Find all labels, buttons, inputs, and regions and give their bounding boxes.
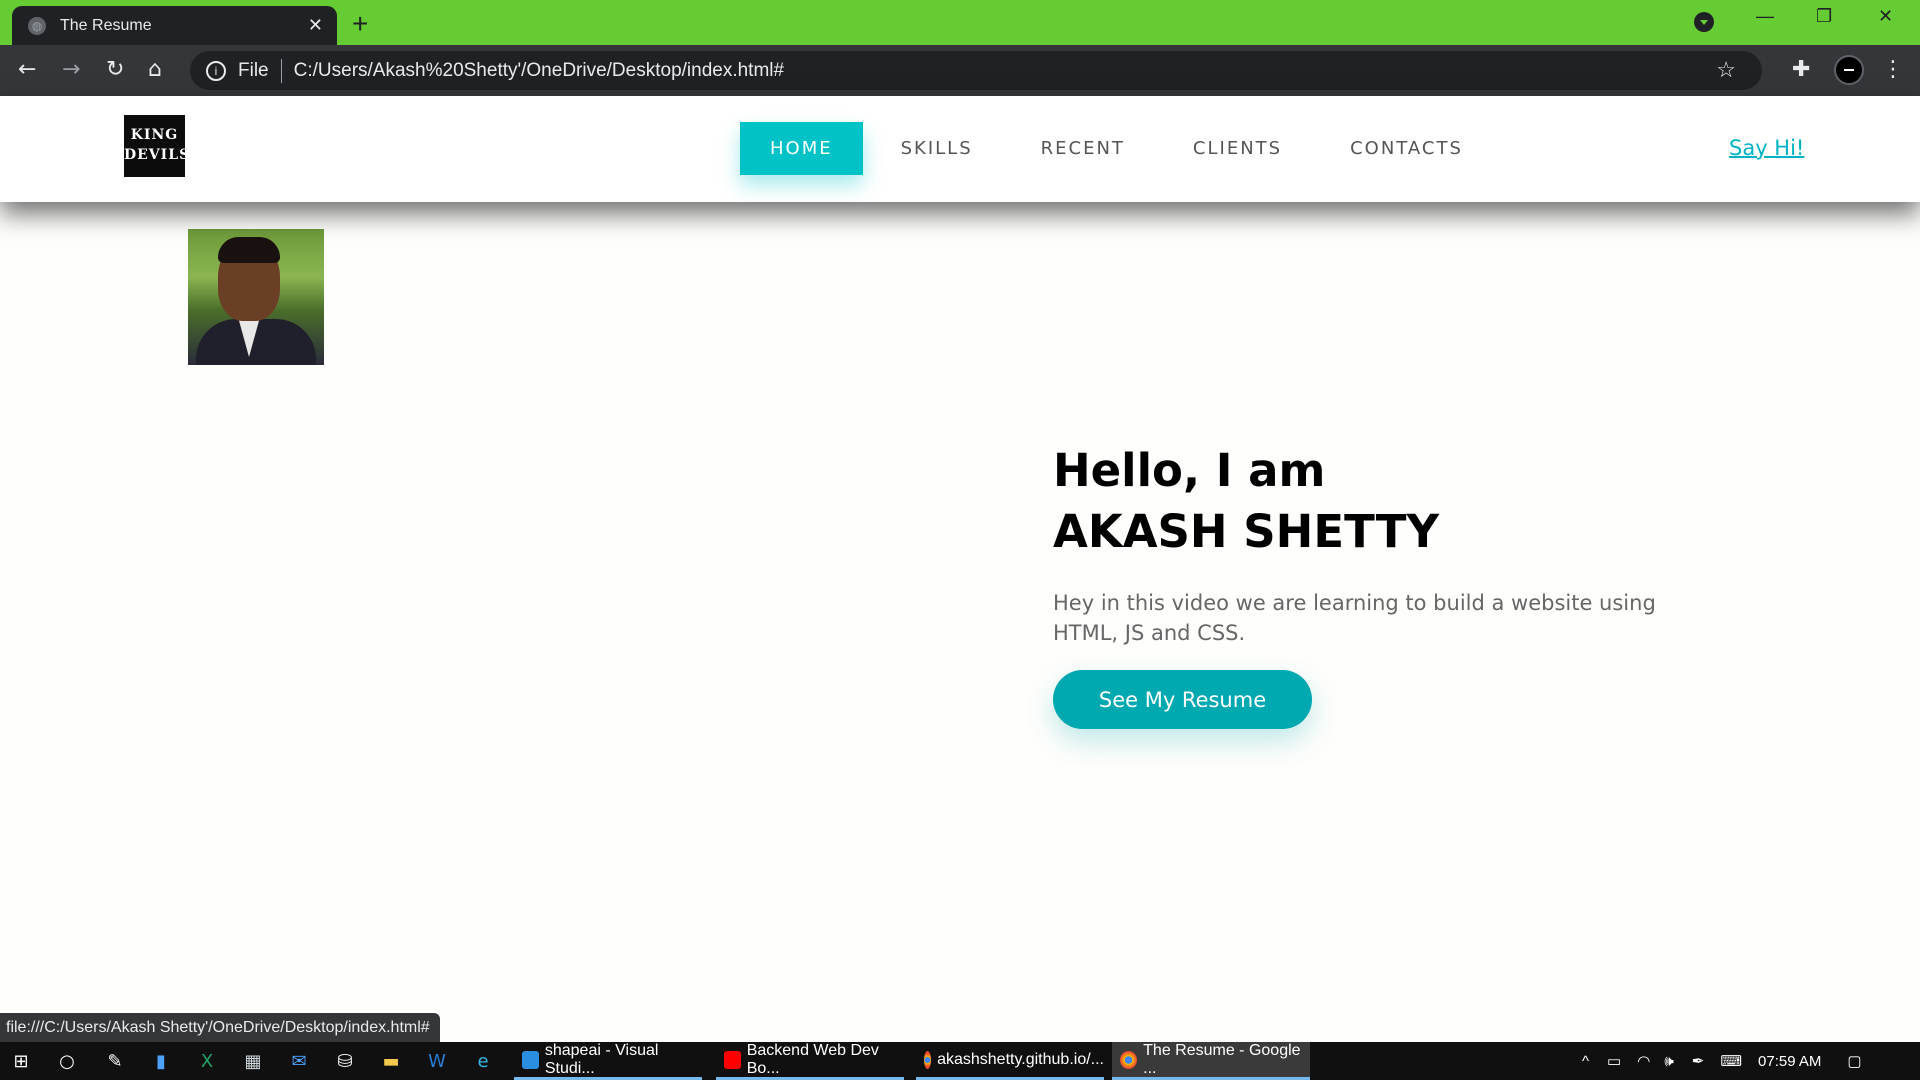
task-chrome-resume[interactable]: The Resume - Google ... [1112,1042,1310,1080]
reload-icon[interactable]: ↻ [106,57,124,82]
minimize-icon[interactable]: — [1756,6,1774,27]
hero-description: Hey in this video we are learning to bui… [1053,591,1656,645]
windows-taskbar: ⊞ ○ ✎ ▮ X ▦ ✉ ⛁ ▬ W e shapeai - Visual S… [0,1042,1920,1080]
clock-time[interactable]: 07:59 AM [1758,1053,1821,1070]
task-label: shapeai - Visual Studi... [544,1041,659,1077]
web-page: KING DEVILS HOME SKILLS RECENT CLIENTS C… [0,96,1920,1042]
task-vscode[interactable]: shapeai - Visual Studi... [514,1042,702,1080]
task-chrome-github[interactable]: akashshetty.github.io/... [916,1042,1104,1080]
logo-line2: DEVILS [124,147,191,163]
tab-title: The Resume [60,16,152,34]
photo-hair [218,237,280,263]
link-status-bubble: file:///C:/Users/Akash Shetty'/OneDrive/… [0,1013,440,1042]
store-icon[interactable]: ⛁ [334,1050,356,1072]
omnibox-divider [280,58,282,83]
info-icon[interactable]: i [206,60,226,81]
word-icon[interactable]: W [426,1050,448,1072]
browser-toolbar: ← → ↻ ⌂ i File C:/Users/Akash%20Shetty'/… [0,45,1920,96]
close-window-icon[interactable]: ✕ [1878,6,1893,27]
phone-icon[interactable]: ▮ [150,1050,172,1072]
profile-avatar[interactable] [1834,55,1864,85]
volume-icon[interactable]: 🕪 [1664,1053,1673,1070]
nav-clients[interactable]: CLIENTS [1163,122,1312,175]
forward-arrow-icon[interactable]: → [62,57,80,82]
windows-start-icon[interactable]: ⊞ [10,1050,32,1072]
youtube-icon [724,1050,741,1069]
nav-home[interactable]: HOME [740,122,863,175]
say-hi-link[interactable]: Say Hi! [1729,136,1804,160]
hero-name: AKASH SHETTY [1053,505,1440,558]
home-icon[interactable]: ⌂ [148,57,162,82]
site-logo[interactable]: KING DEVILS [124,115,191,177]
notifications-icon[interactable]: ▢ [1847,1052,1861,1070]
kebab-menu-icon[interactable]: ⋮ [1882,57,1904,82]
profile-photo [188,229,324,365]
edge-icon[interactable]: e [472,1050,494,1072]
logo-line1: KING [130,127,179,143]
site-nav: HOME SKILLS RECENT CLIENTS CONTACTS [740,122,1501,175]
pen-workspace-icon[interactable]: ✎ [104,1050,126,1072]
tab-search-icon[interactable] [1694,12,1714,32]
address-bar[interactable]: i File C:/Users/Akash%20Shetty'/OneDrive… [190,51,1762,90]
task-label: The Resume - Google ... [1143,1041,1301,1077]
task-youtube[interactable]: Backend Web Dev Bo... [716,1042,904,1080]
battery-icon[interactable]: ▭ [1607,1052,1621,1070]
excel-icon[interactable]: X [196,1050,218,1072]
chrome-icon [924,1050,932,1069]
chrome-icon [1120,1050,1138,1069]
task-label: Backend Web Dev Bo... [746,1041,879,1077]
globe-icon: ◍ [28,16,46,35]
file-explorer-icon[interactable]: ▬ [380,1050,402,1072]
hero-heading: Hello, I am AKASH SHETTY [1053,440,1439,562]
vscode-icon [522,1050,539,1069]
nav-recent[interactable]: RECENT [1011,122,1155,175]
keyboard-icon[interactable]: ⌨ [1720,1052,1742,1070]
cortana-circle-icon[interactable]: ○ [56,1050,78,1072]
pen-icon[interactable]: ✒ [1692,1052,1705,1070]
new-tab-button[interactable]: + [352,8,368,40]
site-navbar: KING DEVILS HOME SKILLS RECENT CLIENTS C… [0,96,1920,202]
mail-icon[interactable]: ✉ [288,1050,310,1072]
bookmark-star-icon[interactable]: ☆ [1716,57,1736,83]
browser-tab[interactable]: ◍ The Resume ✕ [12,6,337,45]
tray-chevron-up-icon[interactable]: ^ [1582,1053,1589,1070]
tab-close-icon[interactable]: ✕ [308,15,323,36]
nav-skills[interactable]: SKILLS [871,122,1003,175]
system-tray: ^ ▭ ◠ 🕪 ✒ ⌨ 07:59 AM ▢ [1582,1042,1862,1080]
hero-greeting: Hello, I am [1053,444,1326,497]
browser-tab-strip: ◍ The Resume ✕ + — ❐ ✕ [0,0,1920,45]
wifi-icon[interactable]: ◠ [1637,1052,1650,1070]
omnibox-scheme: File [238,59,269,81]
hero-section: Hello, I am AKASH SHETTY Hey in this vid… [0,202,1920,1042]
url-text[interactable]: C:/Users/Akash%20Shetty'/OneDrive/Deskto… [294,60,784,82]
nav-contacts[interactable]: CONTACTS [1320,122,1493,175]
restore-icon[interactable]: ❐ [1816,6,1832,27]
see-resume-button[interactable]: See My Resume [1053,670,1312,729]
calculator-icon[interactable]: ▦ [242,1050,264,1072]
task-label: akashshetty.github.io/... [937,1050,1104,1068]
back-arrow-icon[interactable]: ← [18,57,36,82]
extensions-puzzle-icon[interactable]: ✚ [1792,57,1810,82]
